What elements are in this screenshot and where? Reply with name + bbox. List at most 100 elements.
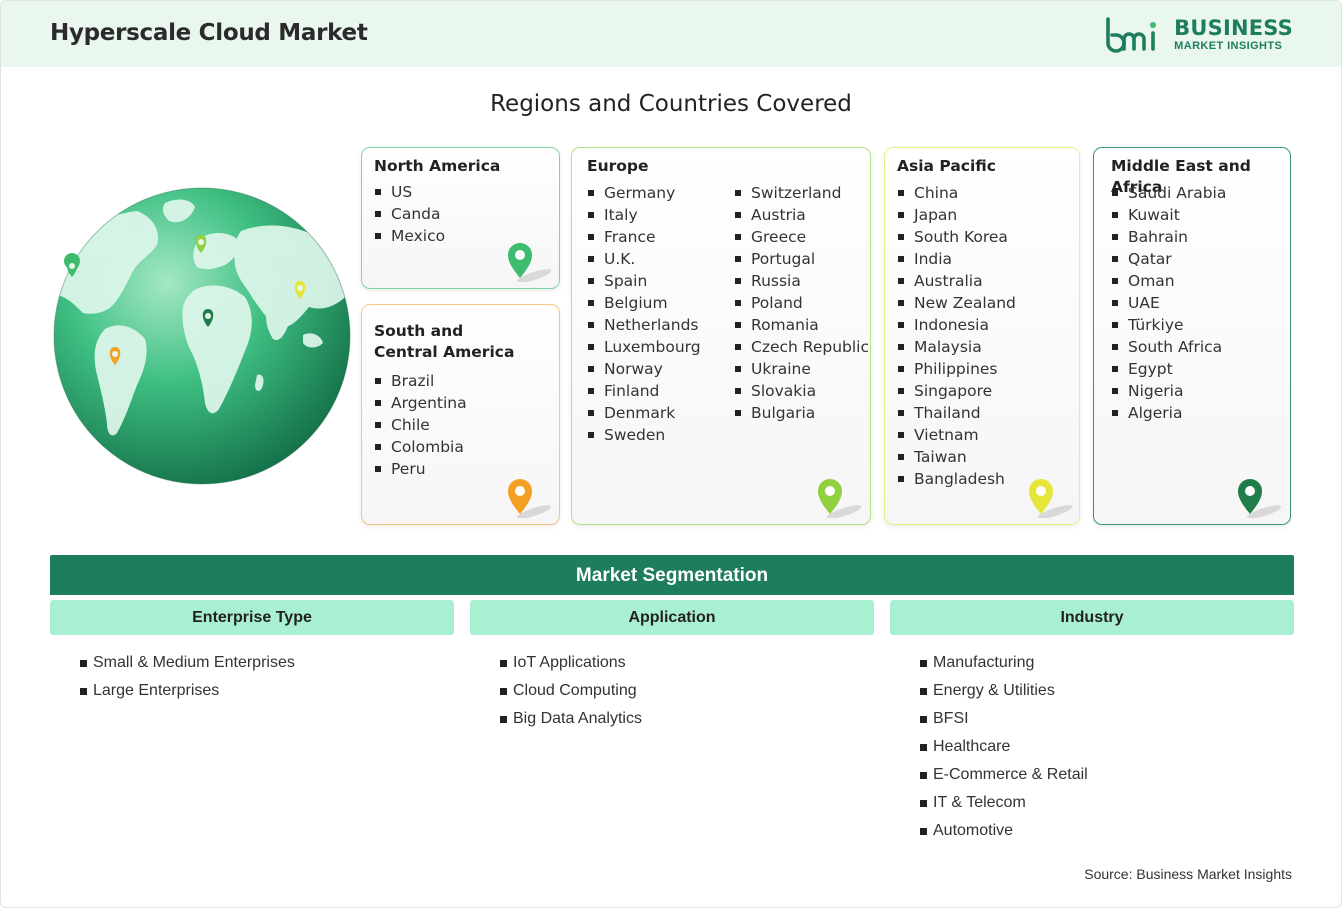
country-item: Egypt (1111, 358, 1226, 380)
country-item: Canda (374, 203, 445, 225)
country-item: Norway (587, 358, 701, 380)
segment-item: E-Commerce & Retail (920, 761, 1088, 789)
country-list-north-america: US Canda Mexico (374, 181, 445, 247)
segment-item: Healthcare (920, 733, 1088, 761)
country-list-europe-col2: Switzerland Austria Greece Portugal Russ… (734, 182, 869, 424)
country-item: Qatar (1111, 248, 1226, 270)
logo-line-2: MARKET INSIGHTS (1174, 40, 1283, 52)
country-item: Germany (587, 182, 701, 204)
region-name-europe: Europe (587, 157, 649, 175)
country-item: Luxembourg (587, 336, 701, 358)
country-item: Philippines (897, 358, 1016, 380)
country-item: Nigeria (1111, 380, 1226, 402)
country-item: Belgium (587, 292, 701, 314)
country-item: Peru (374, 458, 467, 480)
region-card-asia-pacific: Asia Pacific China Japan South Korea Ind… (884, 147, 1080, 525)
segment-item: Cloud Computing (500, 677, 642, 705)
country-item: Greece (734, 226, 869, 248)
segment-item: IT & Telecom (920, 789, 1088, 817)
country-item: Algeria (1111, 402, 1226, 424)
region-name-north-america: North America (374, 157, 501, 175)
segment-item: BFSI (920, 705, 1088, 733)
country-item: Bangladesh (897, 468, 1016, 490)
country-item: Ukraine (734, 358, 869, 380)
globe-illustration (53, 187, 351, 485)
segment-list-industry: Manufacturing Energy & Utilities BFSI He… (920, 649, 1088, 845)
region-name-south-america: South and Central America (374, 322, 515, 361)
region-card-south-america: South and Central America Brazil Argenti… (361, 304, 560, 525)
regions-title: Regions and Countries Covered (490, 91, 852, 117)
country-item: Netherlands (587, 314, 701, 336)
country-item: Taiwan (897, 446, 1016, 468)
country-item: UAE (1111, 292, 1226, 314)
segment-item: Small & Medium Enterprises (80, 649, 295, 677)
location-pin-south-america-icon (508, 479, 552, 518)
page-title: Hyperscale Cloud Market (50, 20, 368, 46)
segment-item: Automotive (920, 817, 1088, 845)
country-item: Thailand (897, 402, 1016, 424)
country-item: Brazil (374, 370, 467, 392)
country-list-europe-col1: Germany Italy France U.K. Spain Belgium … (587, 182, 701, 446)
segment-heading-enterprise-type: Enterprise Type (50, 600, 454, 635)
country-item: South Korea (897, 226, 1016, 248)
country-item: Singapore (897, 380, 1016, 402)
country-item: Romania (734, 314, 869, 336)
country-item: Spain (587, 270, 701, 292)
country-item: Oman (1111, 270, 1226, 292)
country-item: Colombia (374, 436, 467, 458)
segment-item: Manufacturing (920, 649, 1088, 677)
location-pin-europe-icon (818, 479, 862, 518)
segment-item: IoT Applications (500, 649, 642, 677)
country-item: Czech Republic (734, 336, 869, 358)
country-item: U.K. (587, 248, 701, 270)
country-item: Mexico (374, 225, 445, 247)
country-item: New Zealand (897, 292, 1016, 314)
country-item: Italy (587, 204, 701, 226)
region-name-asia-pacific: Asia Pacific (897, 157, 996, 175)
country-item: Japan (897, 204, 1016, 226)
country-list-mea: Saudi Arabia Kuwait Bahrain Qatar Oman U… (1111, 182, 1226, 424)
country-item: India (897, 248, 1016, 270)
segment-item: Big Data Analytics (500, 705, 642, 733)
source-note: Source: Business Market Insights (1084, 866, 1292, 882)
segment-heading-application: Application (470, 600, 874, 635)
country-item: Türkiye (1111, 314, 1226, 336)
region-card-mea: Middle East and Africa Saudi Arabia Kuwa… (1093, 147, 1291, 525)
country-item: Finland (587, 380, 701, 402)
country-item: Bulgaria (734, 402, 869, 424)
segment-heading-industry: Industry (890, 600, 1294, 635)
country-item: Saudi Arabia (1111, 182, 1226, 204)
segment-item: Energy & Utilities (920, 677, 1088, 705)
country-item: Kuwait (1111, 204, 1226, 226)
infographic-frame: Hyperscale Cloud Market BUSINESS MARKET … (0, 0, 1342, 908)
bmi-logo-icon (1106, 17, 1157, 53)
country-item: France (587, 226, 701, 248)
country-item: Bahrain (1111, 226, 1226, 248)
country-item: Malaysia (897, 336, 1016, 358)
country-item: Argentina (374, 392, 467, 414)
header-bar: Hyperscale Cloud Market BUSINESS MARKET … (1, 1, 1341, 67)
region-card-north-america: North America US Canda Mexico (361, 147, 560, 289)
country-item: Sweden (587, 424, 701, 446)
country-item: Poland (734, 292, 869, 314)
country-item: US (374, 181, 445, 203)
region-card-europe: Europe Germany Italy France U.K. Spain B… (571, 147, 871, 525)
country-item: Portugal (734, 248, 869, 270)
country-item: Australia (897, 270, 1016, 292)
country-item: Russia (734, 270, 869, 292)
logo-line-1: BUSINESS (1174, 16, 1293, 40)
country-item: Indonesia (897, 314, 1016, 336)
country-item: China (897, 182, 1016, 204)
country-item: South Africa (1111, 336, 1226, 358)
country-item: Slovakia (734, 380, 869, 402)
country-item: Chile (374, 414, 467, 436)
country-item: Austria (734, 204, 869, 226)
segment-list-enterprise-type: Small & Medium Enterprises Large Enterpr… (80, 649, 295, 705)
location-pin-asia-pacific-icon (1029, 479, 1073, 518)
bmi-logo: BUSINESS MARKET INSIGHTS (1104, 15, 1293, 55)
location-pin-north-america-icon (508, 243, 552, 282)
country-item: Vietnam (897, 424, 1016, 446)
country-item: Switzerland (734, 182, 869, 204)
country-list-asia-pacific: China Japan South Korea India Australia … (897, 182, 1016, 490)
country-list-south-america: Brazil Argentina Chile Colombia Peru (374, 370, 467, 480)
